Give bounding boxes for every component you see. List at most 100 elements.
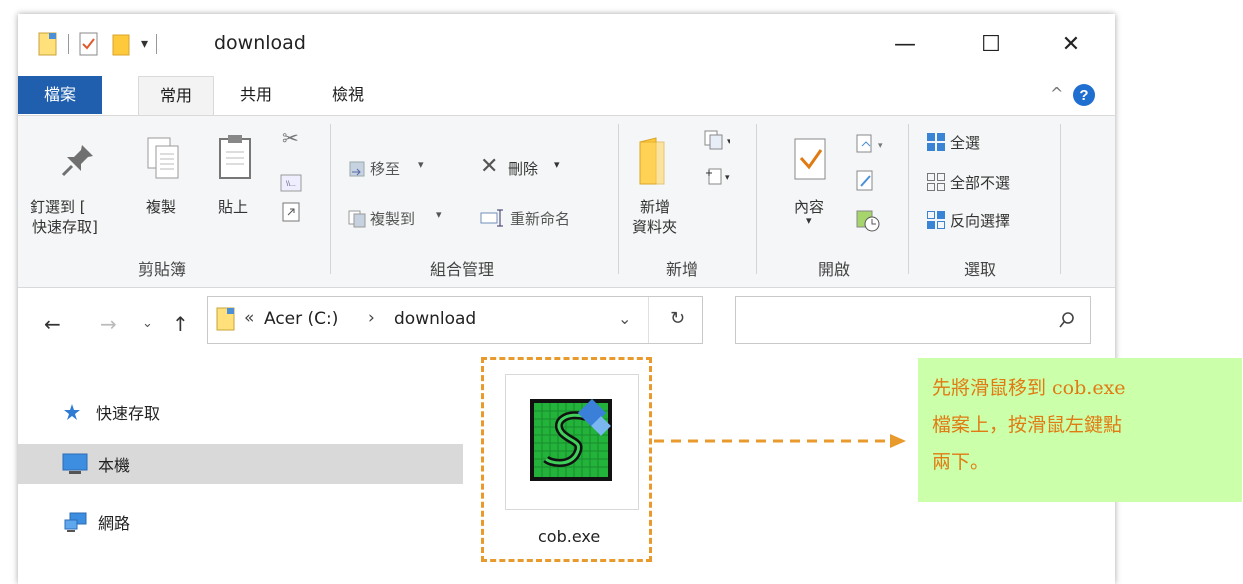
network-icon [64,512,87,532]
path-overflow[interactable]: « [244,308,254,328]
rename-label[interactable]: 重新命名 [510,208,570,229]
tab-home[interactable]: 常用 [138,76,214,115]
copy-to-dropdown-icon[interactable]: ▾ [436,208,442,221]
title-bar: ▾ download — ☐ ✕ [18,14,1115,76]
move-to-icon[interactable] [348,160,366,178]
address-bar[interactable]: « Acer (C:) › download ⌄ ↻ [207,296,703,344]
computer-icon [62,453,88,474]
nav-item-this-pc[interactable]: 本機 [18,444,463,484]
svg-text:▾: ▾ [727,136,730,146]
quick-access-toolbar: ▾ [38,32,165,56]
tab-view[interactable]: 檢視 [318,76,378,114]
maximize-button[interactable]: ☐ [968,24,1014,64]
delete-x-icon[interactable]: ✕ [480,154,498,179]
search-icon[interactable] [1058,311,1076,329]
new-folder-icon[interactable] [638,136,666,186]
svg-text:\\...: \\... [286,181,296,188]
folder-doc-icon [216,307,235,331]
recent-locations-chevron-icon[interactable]: ⌄ [142,316,153,331]
select-all-icon[interactable] [926,132,946,152]
clipboard-group-label: 剪貼簿 [138,260,187,279]
pin-label-line2[interactable]: 快速存取] [32,216,98,237]
ribbon: 釘選到 [ 快速存取] 複製 貼上 ✂ \\... 剪貼簿 移至 ▾ 複製到 ▾… [18,115,1115,288]
properties-doc-icon[interactable] [38,32,58,56]
new-item-icon[interactable]: ▾ [704,130,730,150]
invert-selection-icon[interactable] [926,210,946,230]
copy-icon[interactable] [146,136,180,180]
move-to-dropdown-icon[interactable]: ▾ [418,158,424,171]
address-divider [648,297,649,343]
history-icon[interactable] [856,208,880,232]
easy-access-icon[interactable]: ▾ [704,166,730,186]
new-folder-label-line1[interactable]: 新增 [640,196,670,217]
close-button[interactable]: ✕ [1048,24,1094,64]
ribbon-separator [618,124,619,274]
customize-dropdown-icon[interactable]: ▾ [141,36,148,52]
ribbon-tabs: 檔案 常用 共用 檢視 ^ ? [18,76,1115,116]
select-all-label[interactable]: 全選 [950,132,980,153]
minimize-button[interactable]: — [882,24,928,64]
help-icon[interactable]: ? [1072,83,1096,107]
breadcrumb-separator[interactable]: › [368,308,375,328]
back-arrow-icon[interactable]: ← [44,312,61,336]
svg-text:▾: ▾ [878,140,883,150]
callout-line1: 先將滑鼠移到 cob.exe [932,377,1126,399]
pin-icon[interactable] [60,142,96,178]
ribbon-separator [756,124,757,274]
pin-label-line1[interactable]: 釘選到 [ [30,196,86,217]
collapse-ribbon-icon[interactable]: ^ [1050,84,1063,103]
window-title: download [214,32,306,54]
copy-label[interactable]: 複製 [146,196,176,217]
new-folder-quick-icon[interactable] [111,32,133,56]
select-group-label: 選取 [964,260,997,279]
rename-icon[interactable] [480,208,506,228]
nav-label-quick-access: 快速存取 [96,404,161,423]
select-none-label[interactable]: 全部不選 [950,172,1010,193]
tab-file[interactable]: 檔案 [18,76,102,114]
callout-line2: 檔案上，按滑鼠左鍵點 [932,414,1123,436]
paste-label[interactable]: 貼上 [218,196,248,217]
copy-to-label[interactable]: 複製到 [370,208,415,229]
new-group-label: 新增 [666,260,699,279]
properties-check-icon[interactable] [794,138,828,182]
move-to-label[interactable]: 移至 [370,158,400,179]
edit-icon[interactable] [856,170,876,192]
nav-item-network[interactable]: 網路 [18,502,463,542]
delete-label[interactable]: 刪除 [508,158,538,179]
annotation-highlight-box [481,357,652,562]
delete-dropdown-icon[interactable]: ▾ [554,158,560,171]
up-arrow-icon[interactable]: ↑ [172,312,189,336]
breadcrumb-folder[interactable]: download [394,309,476,329]
nav-item-quick-access[interactable]: 快速存取 [18,392,463,432]
properties-dropdown-icon[interactable]: ▾ [806,214,812,227]
refresh-icon[interactable]: ↻ [670,308,685,329]
copy-to-icon[interactable] [348,210,366,228]
search-input[interactable] [744,305,1048,335]
star-pin-icon [64,404,80,420]
ribbon-separator [1060,124,1061,274]
paste-clipboard-icon[interactable] [218,134,252,180]
select-none-icon[interactable] [926,172,946,192]
tab-share[interactable]: 共用 [226,76,286,114]
ribbon-separator [908,124,909,274]
cut-icon[interactable]: ✂ [282,126,299,150]
search-box[interactable] [735,296,1091,344]
checkmark-doc-icon[interactable] [79,32,99,56]
copy-path-icon[interactable]: \\... [280,174,302,192]
annotation-arrow-icon [654,434,906,448]
organize-group-label: 組合管理 [430,260,495,279]
address-dropdown-icon[interactable]: ⌄ [618,309,631,328]
open-icon[interactable]: ▾ [856,134,884,154]
new-folder-label-line2[interactable]: 資料夾 [632,216,677,237]
open-group-label: 開啟 [818,260,851,279]
breadcrumb-drive[interactable]: Acer (C:) [264,309,338,329]
qa-separator [156,34,158,54]
invert-selection-label[interactable]: 反向選擇 [950,210,1010,231]
paste-shortcut-icon[interactable] [282,202,300,222]
svg-text:▾: ▾ [725,172,730,182]
nav-label-network: 網路 [98,514,131,533]
forward-arrow-icon[interactable]: → [100,312,117,336]
svg-text:?: ? [1079,87,1088,104]
qa-separator [68,34,69,54]
nav-label-this-pc: 本機 [98,456,131,475]
